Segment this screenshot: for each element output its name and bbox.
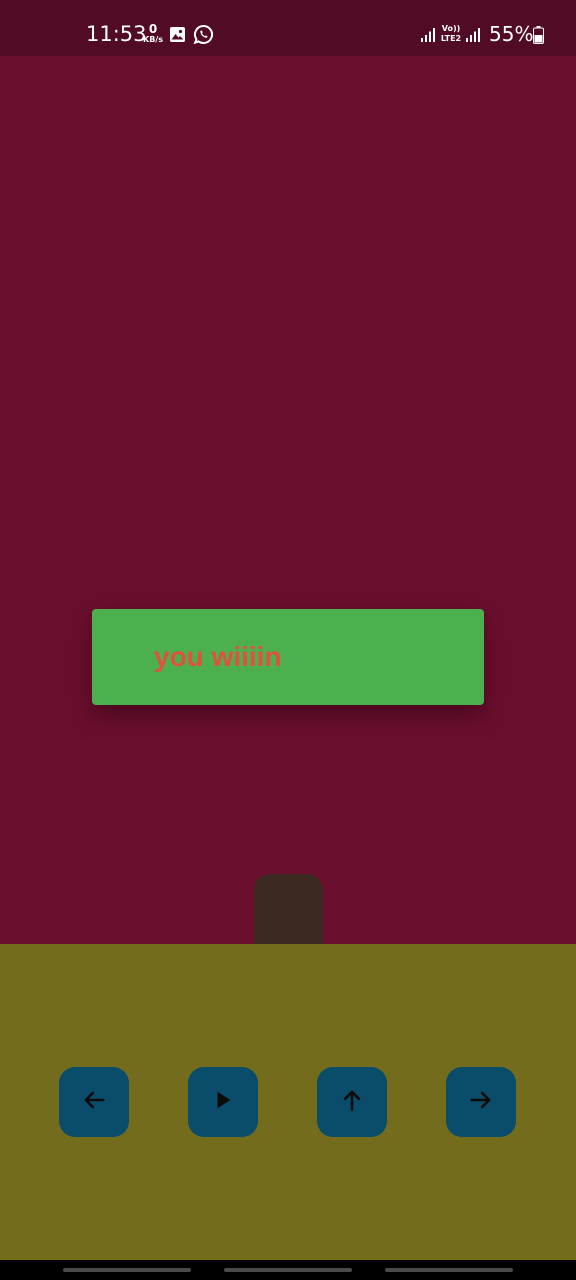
- arrow-right-icon: [467, 1086, 495, 1119]
- win-message-banner: you wiiiin: [92, 609, 484, 705]
- play-icon: [212, 1089, 234, 1116]
- play-button[interactable]: [188, 1067, 258, 1137]
- gallery-icon: [169, 26, 186, 48]
- status-time: 11:53: [86, 22, 147, 46]
- nav-recents-handle[interactable]: [63, 1268, 191, 1272]
- move-right-button[interactable]: [446, 1067, 516, 1137]
- signal-icon: [420, 27, 436, 48]
- player-block: [254, 874, 323, 944]
- system-navigation-bar: [0, 1260, 576, 1280]
- battery-icon: [533, 26, 544, 49]
- move-left-button[interactable]: [59, 1067, 129, 1137]
- network-speed-unit: KB/s: [143, 35, 163, 44]
- arrow-left-icon: [80, 1086, 108, 1119]
- status-bar: 11:53 0 KB/s Vo)) LTE2 55%: [0, 0, 576, 56]
- whatsapp-icon: [193, 24, 214, 50]
- nav-back-handle[interactable]: [385, 1268, 513, 1272]
- network-speed-value: 0: [148, 22, 158, 36]
- win-message: you wiiiin: [154, 641, 282, 672]
- jump-up-button[interactable]: [317, 1067, 387, 1137]
- network-speed: 0 KB/s: [141, 23, 165, 44]
- lte-label: LTE2: [440, 34, 462, 43]
- volte-label: Vo)): [441, 24, 461, 33]
- volte-icon: Vo)) LTE2: [439, 24, 463, 44]
- game-area: you wiiiin: [0, 56, 576, 944]
- battery-percent: 55%: [489, 22, 534, 46]
- control-panel: [0, 944, 576, 1260]
- nav-home-handle[interactable]: [224, 1268, 352, 1272]
- arrow-up-icon: [338, 1086, 366, 1119]
- signal-icon: [465, 27, 481, 48]
